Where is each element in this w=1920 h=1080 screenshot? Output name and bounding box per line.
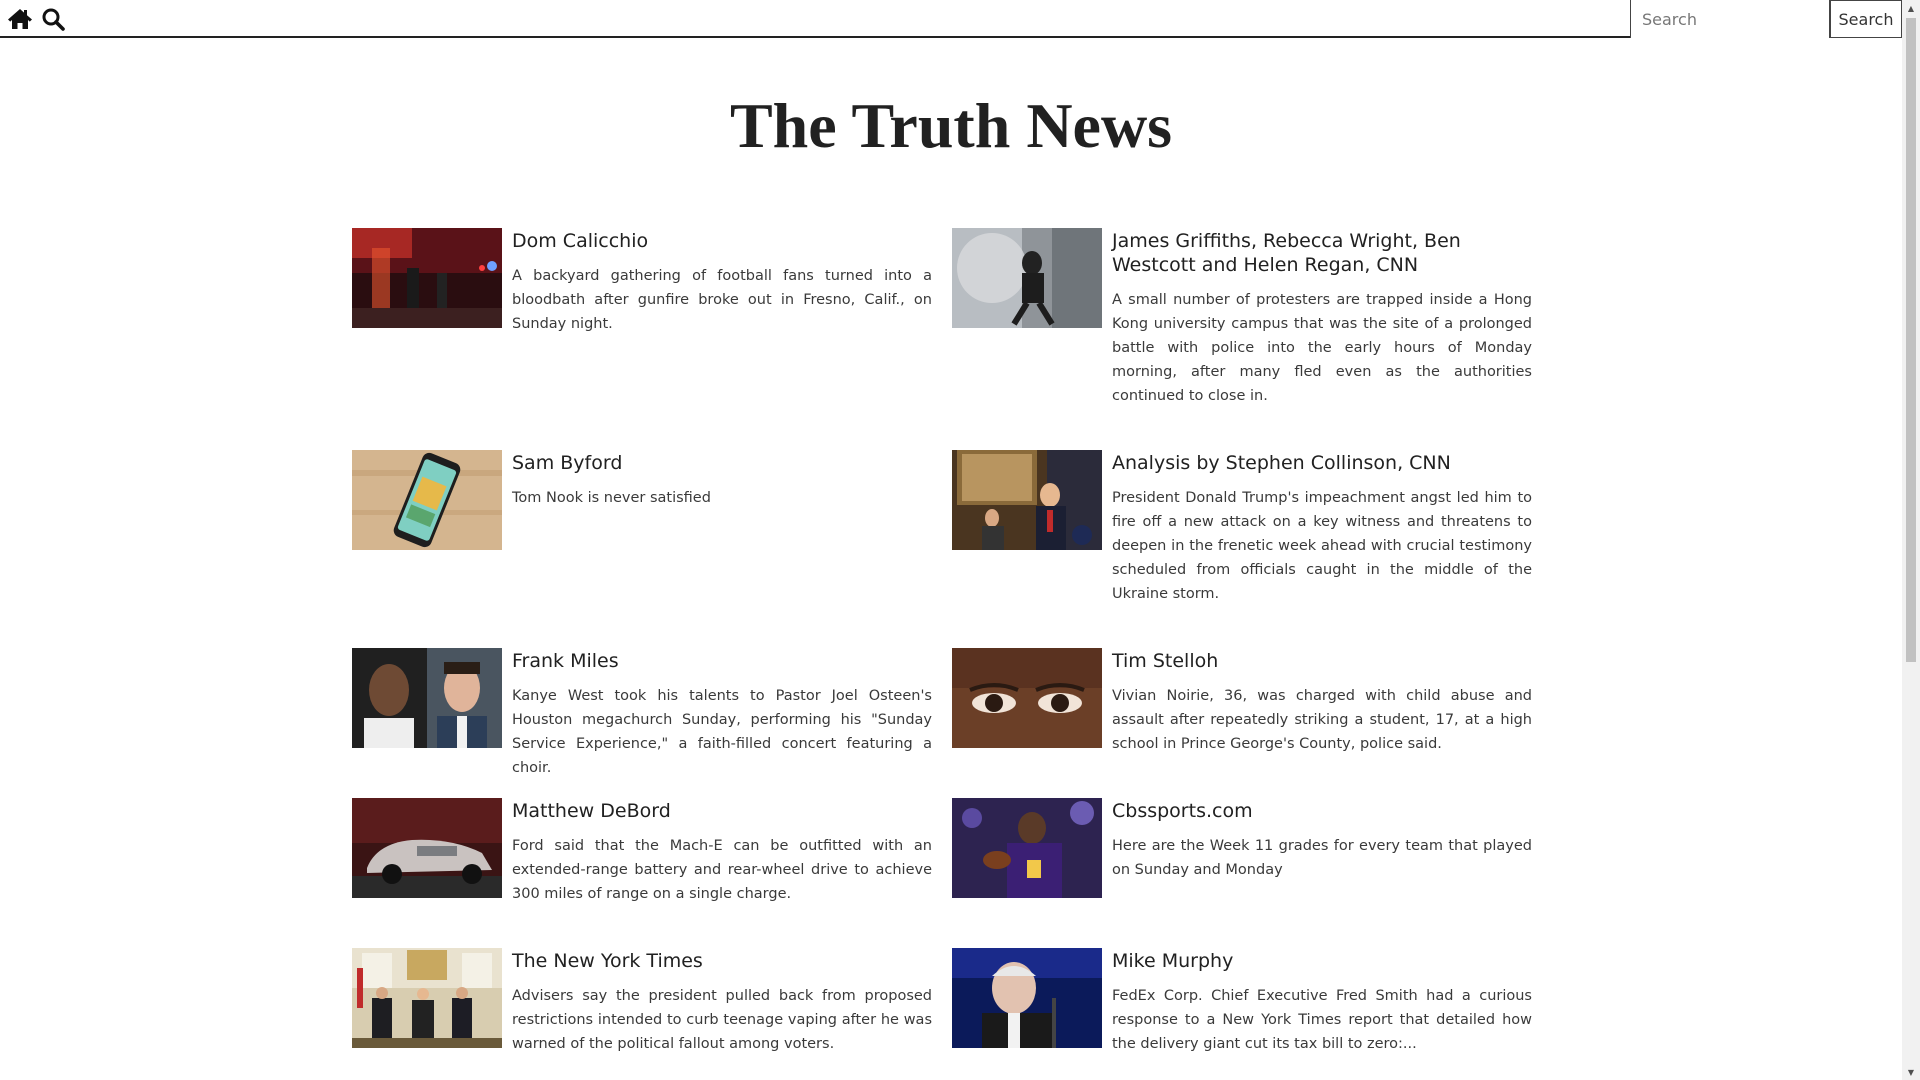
article-thumbnail[interactable] — [352, 228, 502, 328]
article-author[interactable]: Cbssports.com — [1112, 798, 1532, 823]
article-description: Advisers say the president pulled back f… — [512, 988, 932, 1052]
article-thumbnail[interactable] — [952, 228, 1102, 328]
vertical-scrollbar[interactable]: ▲ ▼ — [1902, 0, 1920, 1080]
article-description: A small number of protesters are trapped… — [1112, 292, 1532, 404]
search-button[interactable]: Search — [1830, 0, 1902, 38]
search-input[interactable] — [1630, 0, 1830, 38]
article-description: President Donald Trump's impeachment ang… — [1112, 490, 1532, 602]
scroll-down-arrow-icon[interactable]: ▼ — [1902, 1064, 1920, 1080]
article-thumbnail[interactable] — [952, 648, 1102, 748]
article-author[interactable]: Tim Stelloh — [1112, 648, 1532, 673]
article-thumbnail[interactable] — [352, 450, 502, 550]
article-thumbnail[interactable] — [952, 798, 1102, 898]
page: Search The Truth News Dom Calicchio A ba… — [0, 0, 1920, 1080]
article-author[interactable]: James Griffiths, Rebecca Wright, Ben Wes… — [1112, 228, 1532, 277]
article-description: FedEx Corp. Chief Executive Fred Smith h… — [1112, 988, 1532, 1052]
article-description: Ford said that the Mach-E can be outfitt… — [512, 838, 932, 902]
article-thumbnail[interactable] — [352, 798, 502, 898]
article-author[interactable]: Mike Murphy — [1112, 948, 1532, 973]
home-icon[interactable] — [5, 5, 35, 33]
article-description: Kanye West took his talents to Pastor Jo… — [512, 688, 932, 776]
article-description: A backyard gathering of football fans tu… — [512, 268, 932, 332]
article-author[interactable]: Sam Byford — [512, 450, 932, 475]
scroll-up-arrow-icon[interactable]: ▲ — [1902, 0, 1920, 16]
article-author[interactable]: Analysis by Stephen Collinson, CNN — [1112, 450, 1532, 475]
article-thumbnail[interactable] — [352, 648, 502, 748]
article-thumbnail[interactable] — [952, 948, 1102, 1048]
site-title: The Truth News — [729, 90, 1173, 161]
article-author[interactable]: Dom Calicchio — [512, 228, 932, 253]
article-description: Tom Nook is never satisfied — [512, 490, 711, 506]
article-author[interactable]: Frank Miles — [512, 648, 932, 673]
article-thumbnail[interactable] — [952, 450, 1102, 550]
top-navbar: Search — [0, 0, 1902, 38]
article-description: Here are the Week 11 grades for every te… — [1112, 838, 1532, 878]
article-description: Vivian Noirie, 36, was charged with chil… — [1112, 688, 1532, 752]
article-thumbnail[interactable] — [352, 948, 502, 1048]
article-author[interactable]: Matthew DeBord — [512, 798, 932, 823]
search-icon[interactable] — [38, 5, 68, 33]
article-author[interactable]: The New York Times — [512, 948, 932, 973]
scroll-thumb[interactable] — [1906, 18, 1916, 662]
